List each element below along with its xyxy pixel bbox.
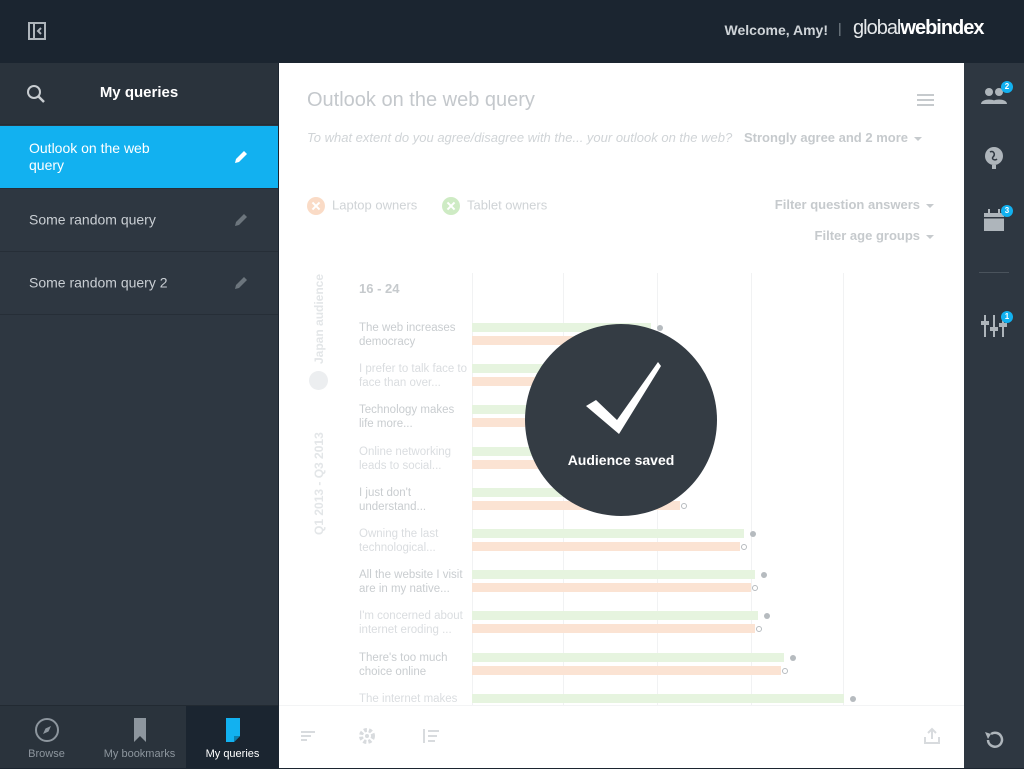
sidebar-header: My queries (0, 63, 278, 125)
audience-icon[interactable]: 2 (980, 81, 1013, 109)
marker-dot (790, 654, 797, 661)
row-label: The web increases democracy (359, 322, 456, 348)
calendar-icon[interactable]: 3 (980, 205, 1013, 233)
gridline (843, 273, 844, 705)
queries-sidebar: My queries Outlook on the web query Some… (0, 63, 278, 768)
bar-laptop (472, 665, 781, 675)
gridline (751, 273, 752, 705)
chevron-down-icon (914, 136, 922, 141)
nav-my-queries[interactable]: My queries (186, 706, 279, 769)
row-label: Owning the last technological... (359, 528, 439, 554)
audience-chip-tablet[interactable]: Tablet owners (442, 197, 547, 215)
bar-laptop (472, 542, 740, 551)
marker-dot (781, 667, 788, 674)
marker-dot (850, 695, 856, 702)
nav-browse[interactable]: Browse (0, 706, 93, 769)
panel-collapse-icon[interactable] (27, 21, 47, 41)
audience-side-label: Japan audience (312, 273, 326, 364)
close-icon[interactable] (442, 197, 460, 215)
sidebar-title: My queries (99, 84, 179, 101)
bar-tablet (472, 570, 755, 580)
bar-tablet (472, 693, 844, 703)
marker-dot (681, 502, 688, 509)
chevron-down-icon (926, 234, 934, 239)
row-label: All the website I visit are in my native… (359, 569, 463, 596)
row-label: Technology makes life more... (359, 404, 455, 431)
row-label: There's too much choice online (359, 651, 448, 678)
pencil-icon[interactable] (233, 212, 249, 228)
nav-label: Browse (28, 748, 65, 760)
undo-icon[interactable] (980, 727, 1008, 753)
query-item-random[interactable]: Some random query (0, 189, 278, 252)
marker-dot (740, 544, 747, 550)
audience-chip-laptop[interactable]: Laptop owners (307, 197, 417, 215)
query-item-label: Outlook on the web query (29, 140, 150, 173)
row-label: I prefer to talk face to face than over.… (359, 363, 468, 390)
page-title: Outlook on the web query (307, 89, 535, 111)
nav-label: My bookmarks (103, 748, 176, 760)
filter-question-answers[interactable]: Filter question answers (775, 197, 934, 212)
marker-dot (764, 613, 771, 620)
audience-badge: 2 (1001, 81, 1013, 93)
row-label: Online networking leads to social... (359, 445, 452, 472)
bar-tablet (472, 611, 759, 621)
calendar-badge: 3 (1001, 205, 1013, 217)
sort-icon[interactable] (300, 727, 318, 745)
query-item-outlook[interactable]: Outlook on the web query (0, 126, 278, 189)
question-text: To what extent do you agree/disagree wit… (307, 130, 733, 145)
welcome-text: Welcome, Amy! (724, 22, 828, 38)
top-bar: Welcome, Amy! | globalwebindex (0, 0, 1024, 63)
export-icon[interactable] (923, 727, 941, 745)
marker-dot (760, 572, 767, 579)
filter-age-groups[interactable]: Filter age groups (815, 228, 934, 243)
bottom-nav: Browse My bookmarks My queries (0, 705, 279, 769)
query-item-label: Some random query (29, 211, 156, 228)
saved-toast: Audience saved (525, 324, 717, 516)
period-side-label: Q1 2013 - Q3 2013 (312, 432, 326, 535)
marker-dot (656, 325, 663, 331)
answers-dropdown[interactable]: Strongly agree and 2 more (744, 130, 922, 145)
chevron-down-icon (926, 203, 934, 208)
bookmark-icon (127, 717, 153, 743)
main-toolbar (279, 705, 964, 768)
nav-label: My queries (205, 748, 260, 760)
brand-logo: globalwebindex (853, 17, 985, 39)
toast-message: Audience saved (567, 452, 675, 468)
row-label: I just don't understand... (359, 486, 427, 513)
sliders-icon[interactable]: 1 (980, 311, 1013, 339)
sliders-badge: 1 (1001, 311, 1013, 323)
query-item-random-2[interactable]: Some random query 2 (0, 252, 278, 315)
globe-icon[interactable] (980, 145, 1008, 171)
tools-sidebar: 2 3 1 (964, 63, 1024, 768)
pencil-icon[interactable] (233, 275, 249, 291)
menu-icon[interactable] (917, 93, 934, 107)
row-label: I'm concerned about internet eroding ... (359, 610, 463, 637)
bar-laptop (472, 624, 755, 634)
compass-icon (34, 717, 60, 743)
marker-dot (755, 626, 762, 633)
header-separator: | (838, 20, 842, 36)
bar-tablet (472, 529, 744, 538)
marker-dot (752, 585, 758, 592)
pencil-icon[interactable] (233, 149, 249, 165)
document-icon (220, 717, 246, 743)
age-group-label: 16 - 24 (359, 281, 400, 296)
bar-laptop (472, 583, 751, 593)
row-label: The internet makes (359, 692, 458, 705)
divider (979, 272, 1009, 273)
remove-audience-icon[interactable] (309, 371, 328, 390)
sort-order-icon[interactable] (422, 727, 440, 745)
nav-bookmarks[interactable]: My bookmarks (93, 706, 186, 769)
check-icon (586, 362, 661, 434)
gear-icon[interactable] (358, 727, 376, 745)
bar-tablet (472, 652, 785, 662)
close-icon[interactable] (307, 197, 325, 215)
query-item-label: Some random query 2 (29, 274, 168, 291)
marker-dot (749, 531, 756, 537)
